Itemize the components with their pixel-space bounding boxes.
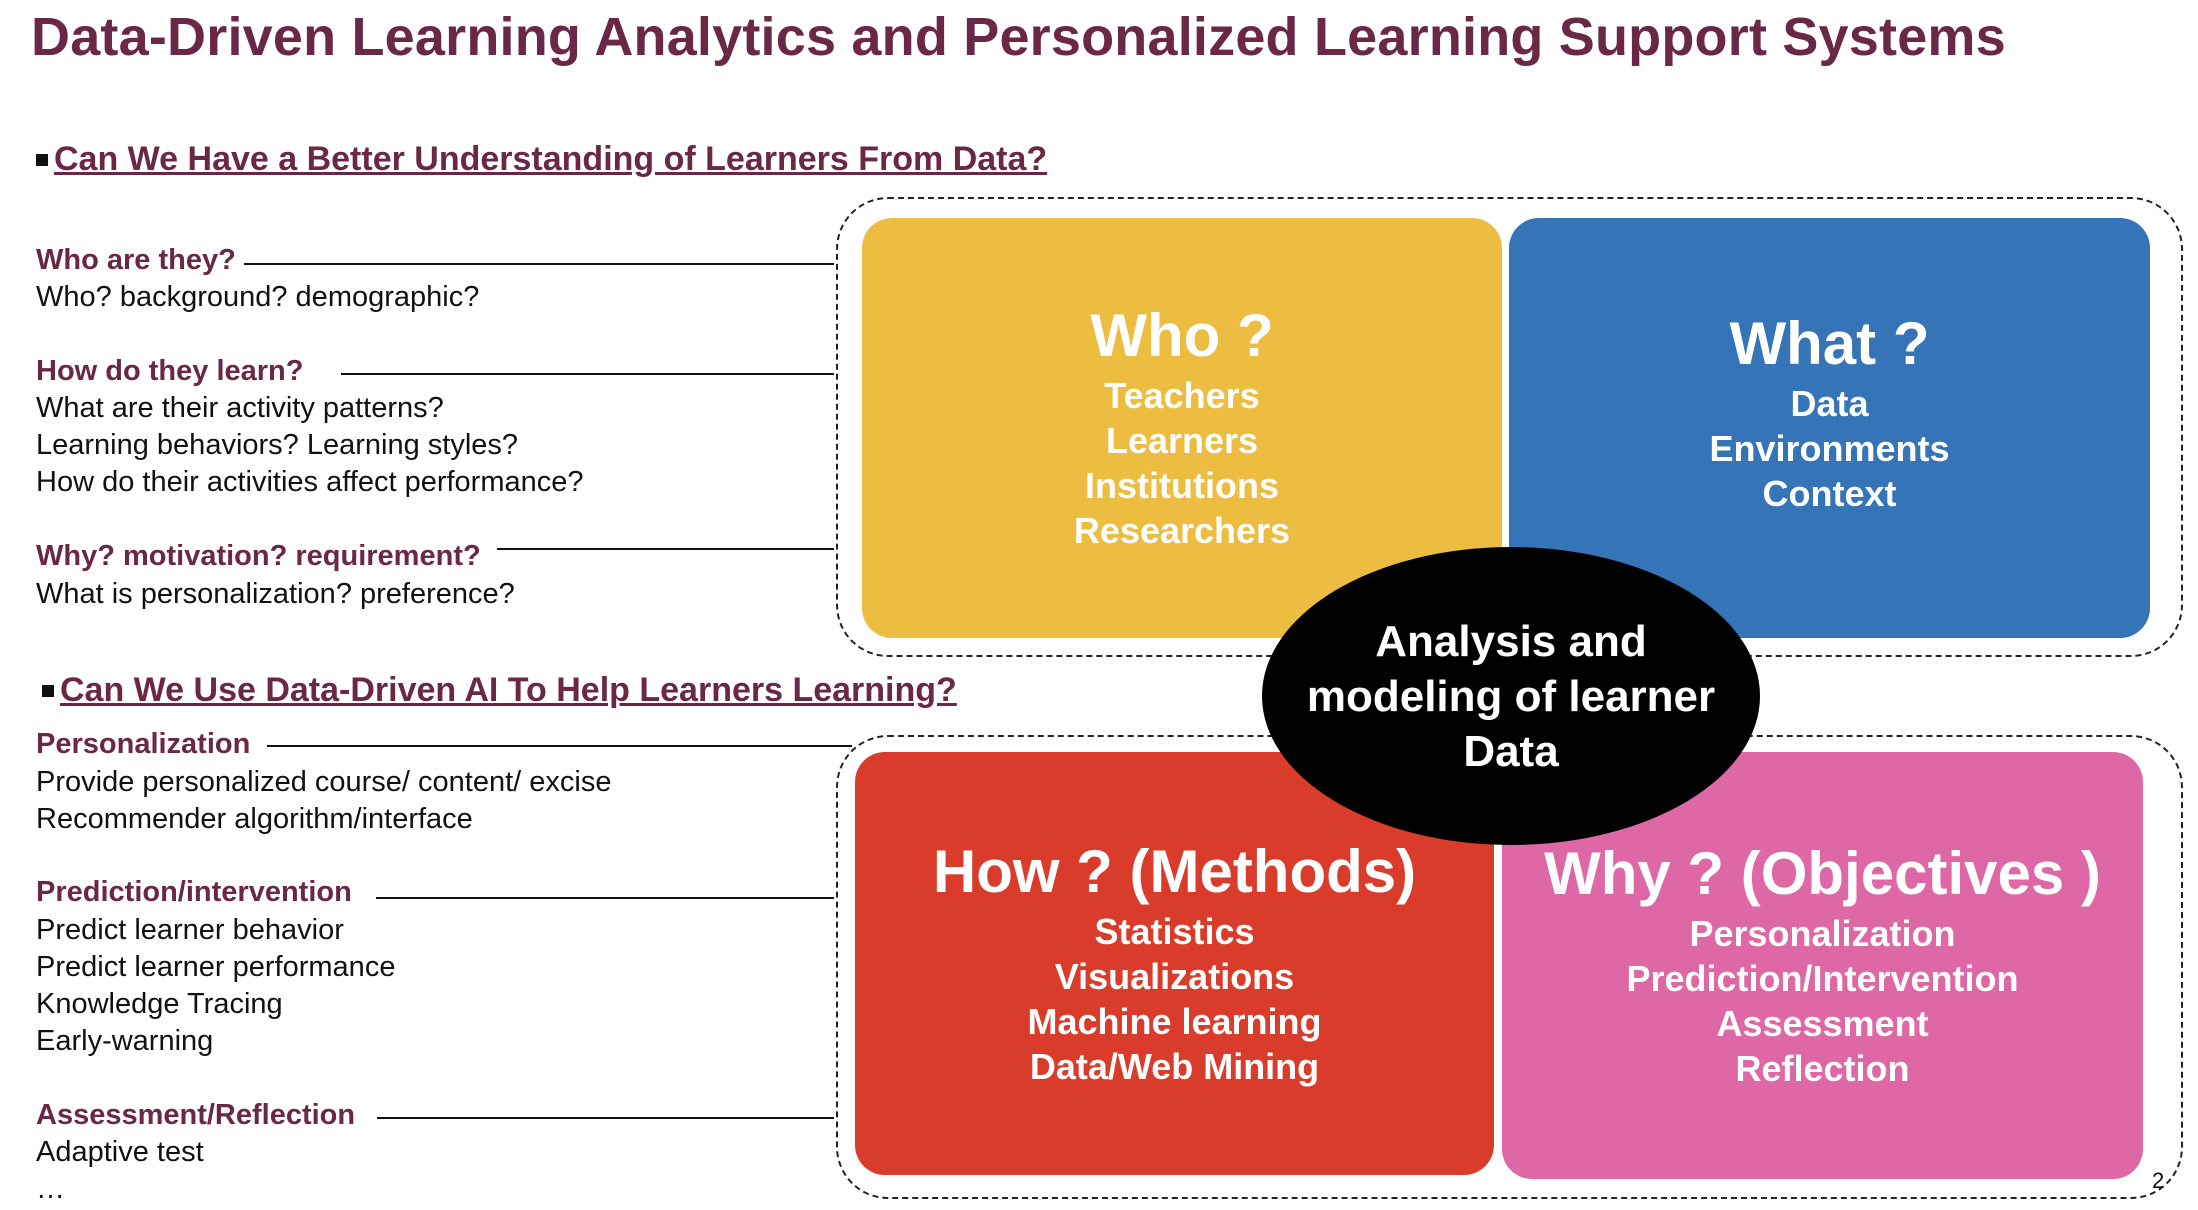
section-heading-ai: Can We Use Data-Driven AI To Help Learne…: [42, 671, 957, 710]
topic-assessment: Assessment/Reflection: [36, 1099, 356, 1131]
section-heading-understanding: Can We Have a Better Understanding of Le…: [36, 140, 1047, 179]
section-heading-text: Can We Have a Better Understanding of Le…: [54, 140, 1048, 178]
section-heading-text: Can We Use Data-Driven AI To Help Learne…: [60, 671, 957, 709]
bullet-icon: [42, 684, 54, 697]
card-why-item: Reflection: [1735, 1047, 1910, 1089]
connector-line: [341, 373, 834, 375]
card-why-item: Assessment: [1716, 1002, 1929, 1044]
bullet-icon: [36, 153, 48, 166]
card-who-item: Institutions: [1085, 465, 1279, 506]
detail-line: Learning behaviors? Learning styles?: [36, 429, 519, 461]
connector-line: [267, 745, 852, 747]
detail-line: Predict learner behavior: [36, 914, 344, 946]
card-who-item: Learners: [1105, 420, 1259, 461]
page-title: Data-Driven Learning Analytics and Perso…: [31, 7, 2006, 67]
ellipsis-text: …: [36, 1173, 65, 1205]
page-number: 2: [2152, 1168, 2165, 1193]
card-what-head: What ?: [1729, 309, 1930, 377]
question-how: How do they learn?: [36, 355, 304, 387]
detail-line: What are their activity patterns?: [36, 392, 444, 424]
detail-line: Recommender algorithm/interface: [36, 803, 473, 835]
card-why-item: Personalization: [1689, 912, 1956, 954]
card-how-item: Data/Web Mining: [1029, 1045, 1320, 1087]
center-ellipse: Analysis and modeling of learner Data: [1262, 547, 1760, 845]
center-line: Data: [1463, 726, 1559, 776]
card-who-item: Teachers: [1104, 375, 1260, 416]
card-who-head: Who ?: [1090, 302, 1274, 369]
detail-line: What is personalization? preference?: [36, 578, 515, 610]
card-what-item: Context: [1762, 472, 1897, 514]
detail-line: Predict learner performance: [36, 951, 396, 983]
detail-line: Knowledge Tracing: [36, 988, 283, 1020]
card-why-head: Why ? (Objectives ): [1544, 839, 2101, 907]
center-line: Analysis and: [1375, 616, 1647, 666]
card-what-item: Data: [1790, 382, 1869, 424]
card-who-item: Researchers: [1073, 510, 1291, 551]
card-how-head: How ? (Methods): [932, 837, 1417, 905]
connector-line: [497, 548, 834, 550]
topic-personalization: Personalization: [36, 728, 251, 760]
center-line: modeling of learner: [1306, 671, 1716, 721]
card-how-item: Visualizations: [1054, 955, 1295, 997]
connector-line: [377, 1117, 834, 1119]
connector-line: [244, 263, 834, 265]
question-who: Who are they?: [36, 244, 236, 276]
card-how-item: Statistics: [1094, 910, 1255, 952]
connector-line: [376, 897, 834, 899]
card-what-item: Environments: [1709, 427, 1950, 469]
detail-line: Provide personalized course/ content/ ex…: [36, 766, 612, 798]
detail-line: How do their activities affect performan…: [36, 466, 584, 498]
card-how-item: Machine learning: [1027, 1000, 1322, 1042]
detail-line: Early-warning: [36, 1025, 214, 1057]
detail-line: Who? background? demographic?: [36, 281, 480, 313]
topic-prediction: Prediction/intervention: [36, 876, 352, 908]
detail-line: Adaptive test: [36, 1136, 204, 1168]
question-why: Why? motivation? requirement?: [36, 540, 481, 572]
card-why-item: Prediction/Intervention: [1626, 957, 2019, 999]
